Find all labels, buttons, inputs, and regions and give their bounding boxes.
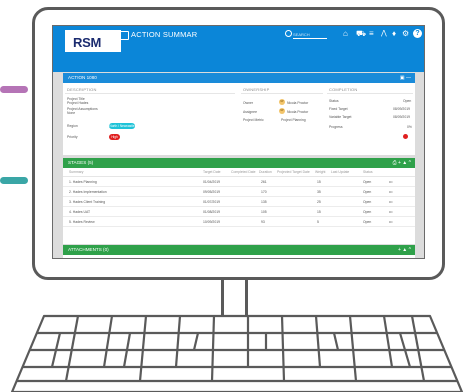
status-label: Status — [329, 99, 339, 103]
row-menu-icon[interactable]: ••• — [389, 180, 393, 184]
cell-target: 01/04/2019 — [203, 180, 220, 184]
stages-bar-icons[interactable]: ⎙ + ▲ ^ — [393, 158, 411, 168]
priority-label: Priority — [67, 135, 78, 139]
col-header[interactable]: Target Date — [203, 170, 221, 174]
cell-status: Open — [363, 220, 372, 224]
attachments-bar-title: ATTACHMENTS (0) — [68, 247, 109, 252]
action-bar-icons[interactable]: ▣ — — [400, 73, 411, 83]
cell-duration: 170 — [261, 190, 267, 194]
cell-weight: 35 — [317, 190, 321, 194]
description-heading: DESCRIPTION — [67, 87, 97, 92]
cell-summary[interactable]: 4. Hades UAT — [69, 210, 90, 214]
logo-text: RSM — [73, 35, 101, 50]
cell-status: Open — [363, 190, 372, 194]
table-row[interactable]: 4. Hades UAT 01/08/2019 105 15 Open ••• — [63, 207, 415, 217]
attachments-bar: ATTACHMENTS (0) + ▲ ^ — [63, 245, 415, 255]
row-menu-icon[interactable]: ••• — [389, 190, 393, 194]
divider — [241, 93, 323, 94]
stages-bar: STAGES (5) ⎙ + ▲ ^ — [63, 158, 415, 168]
cell-duration: 93 — [261, 220, 265, 224]
table-row[interactable]: 2. Hades Implementation 09/05/2019 170 3… — [63, 187, 415, 197]
assumptions-value: None — [67, 111, 76, 115]
divider — [65, 93, 235, 94]
stages-panel: STAGES (5) ⎙ + ▲ ^ Summary Target Date C… — [63, 158, 415, 244]
assignee-avatar: NP — [279, 108, 285, 114]
cell-target: 10/09/2019 — [203, 220, 220, 224]
col-header[interactable]: Summary — [69, 170, 84, 174]
completion-heading: COMPLETION — [329, 87, 358, 92]
project-metric-value: Project Planning — [281, 118, 306, 122]
cell-weight: 15 — [317, 180, 321, 184]
home-icon[interactable]: ⌂ — [343, 29, 348, 39]
col-header[interactable]: Completed Date — [231, 170, 256, 174]
variable-target-value: 08/09/2019 — [393, 115, 410, 119]
attachments-bar-icons[interactable]: + ▲ ^ — [398, 245, 411, 255]
cell-summary[interactable]: 1. Hades Planning — [69, 180, 97, 184]
app-header: RSM ACTION SUMMAR ⌂ ⛟ ≡ ⋀ ♦ ⚙ ? — [53, 26, 424, 72]
cell-duration: 261 — [261, 180, 267, 184]
col-header[interactable]: Projected Target Date — [277, 170, 310, 174]
chart-icon[interactable]: ⋀ — [381, 29, 387, 39]
cell-summary[interactable]: 5. Hades Review — [69, 220, 95, 224]
owner-avatar: NP — [279, 99, 285, 105]
row-menu-icon[interactable]: ••• — [389, 220, 393, 224]
car-icon[interactable]: ⛟ — [356, 29, 366, 39]
cell-status: Open — [363, 200, 372, 204]
bell-icon[interactable]: ♦ — [392, 29, 396, 39]
help-icon[interactable]: ? — [413, 29, 422, 38]
search-input[interactable] — [293, 30, 327, 39]
action-panel: ACTION 1080 ▣ — DESCRIPTION Project Titl… — [63, 73, 415, 155]
status-dot — [403, 134, 408, 139]
table-row[interactable]: 5. Hades Review 10/09/2019 93 5 Open ••• — [63, 217, 415, 227]
cell-target: 01/08/2019 — [203, 210, 220, 214]
fixed-target-value: 08/09/2019 — [393, 107, 410, 111]
status-value: Open — [403, 99, 412, 103]
cell-status: Open — [363, 180, 372, 184]
region-badge[interactable]: North / Newcastle — [109, 123, 135, 129]
table-row[interactable]: 3. Hades Client Training 01/07/2019 135 … — [63, 197, 415, 207]
cell-weight: 25 — [317, 200, 321, 204]
ownership-heading: OWNERSHIP — [243, 87, 270, 92]
table-row[interactable]: 1. Hades Planning 01/04/2019 261 15 Open… — [63, 177, 415, 187]
cell-target: 09/05/2019 — [203, 190, 220, 194]
project-metric-label: Project Metric — [243, 118, 264, 122]
row-menu-icon[interactable]: ••• — [389, 200, 393, 204]
region-label: Region — [67, 124, 78, 128]
cell-summary[interactable]: 2. Hades Implementation — [69, 190, 107, 194]
stages-table-header: Summary Target Date Completed Date Durat… — [63, 168, 415, 177]
owner-value[interactable]: Nicola Proctor — [287, 101, 308, 105]
variable-target-label: Variable Target — [329, 115, 352, 119]
divider — [327, 93, 413, 94]
cell-summary[interactable]: 3. Hades Client Training — [69, 200, 105, 204]
assignee-value[interactable]: Nicola Proctor — [287, 110, 308, 114]
col-header[interactable]: Weight — [315, 170, 326, 174]
action-bar-title: ACTION 1080 — [68, 75, 97, 80]
progress-value: 0% — [407, 125, 412, 129]
col-header[interactable]: Duration — [259, 170, 272, 174]
col-header[interactable]: Status — [363, 170, 373, 174]
row-menu-icon[interactable]: ••• — [389, 210, 393, 214]
cell-target: 01/07/2019 — [203, 200, 220, 204]
app-screen: RSM ACTION SUMMAR ⌂ ⛟ ≡ ⋀ ♦ ⚙ ? ACTION 1… — [52, 25, 425, 259]
progress-label: Progress — [329, 125, 343, 129]
attachments-panel: ATTACHMENTS (0) + ▲ ^ — [63, 245, 415, 258]
cell-status: Open — [363, 210, 372, 214]
owner-label: Owner — [243, 101, 253, 105]
stages-bar-title: STAGES (5) — [68, 160, 94, 165]
list-icon[interactable]: ≡ — [369, 29, 374, 39]
col-header[interactable]: Last Update — [331, 170, 349, 174]
assignee-label: Assignee — [243, 110, 257, 114]
priority-badge[interactable]: High — [109, 134, 120, 140]
cell-duration: 135 — [261, 200, 267, 204]
action-bar: ACTION 1080 ▣ — — [63, 73, 415, 83]
cell-weight: 15 — [317, 210, 321, 214]
cell-duration: 105 — [261, 210, 267, 214]
fixed-target-label: Fixed Target — [329, 107, 348, 111]
cell-weight: 5 — [317, 220, 319, 224]
app-menu-icon[interactable] — [119, 31, 129, 40]
gear-icon[interactable]: ⚙ — [402, 29, 409, 39]
page-title: ACTION SUMMAR — [131, 30, 198, 39]
search-icon[interactable] — [285, 30, 292, 37]
project-title-value: Project Hades — [67, 101, 89, 105]
